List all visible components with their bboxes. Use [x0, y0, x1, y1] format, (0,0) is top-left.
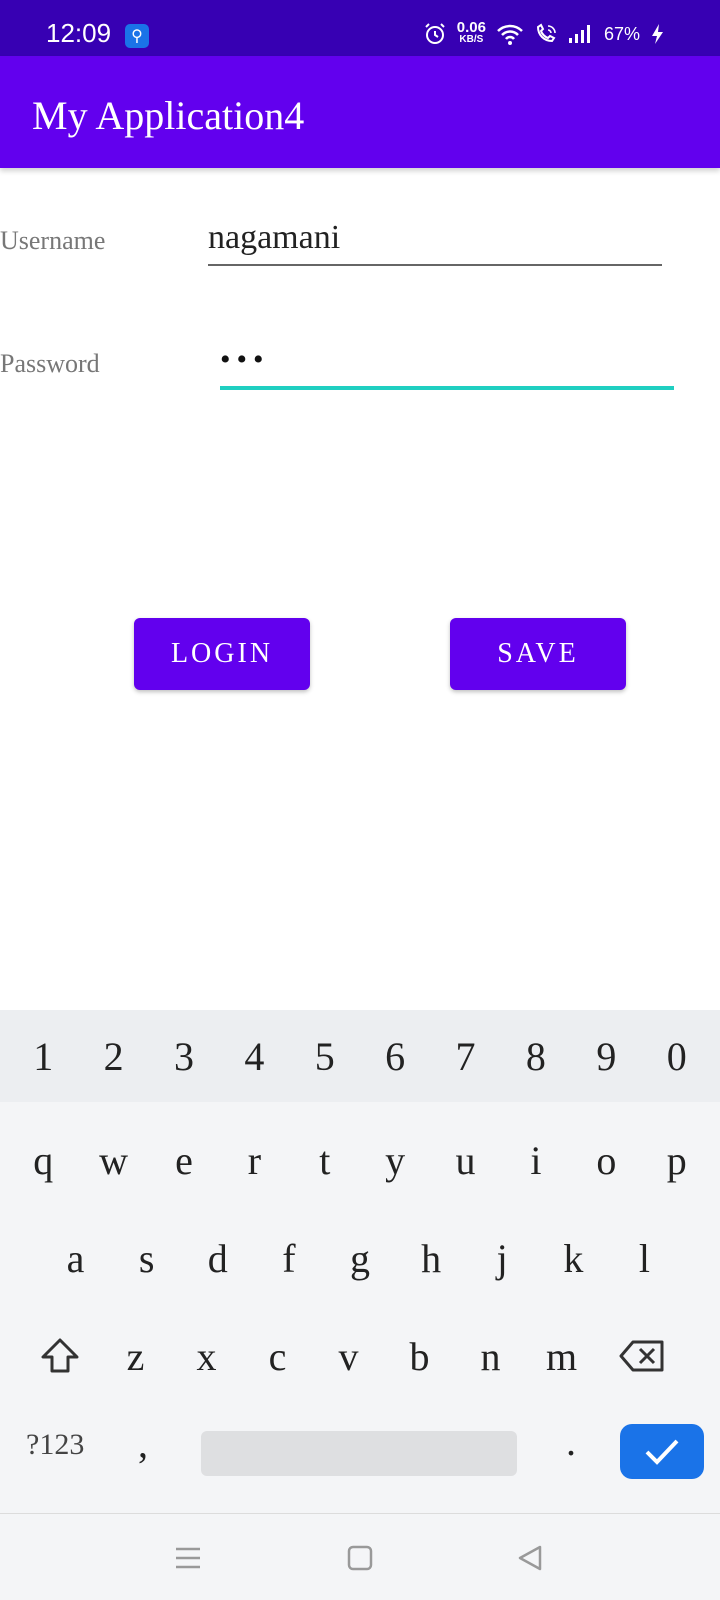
- key-z[interactable]: z: [100, 1333, 171, 1380]
- backspace-key[interactable]: [597, 1339, 687, 1373]
- key-a[interactable]: a: [46, 1235, 106, 1282]
- usb-icon: ⚲: [125, 24, 149, 48]
- username-field[interactable]: nagamani: [208, 218, 662, 266]
- key-e[interactable]: e: [154, 1137, 214, 1184]
- app-bar: My Application4: [0, 56, 720, 168]
- shift-key[interactable]: [20, 1336, 100, 1376]
- key-v[interactable]: v: [313, 1333, 384, 1380]
- key-r[interactable]: r: [224, 1137, 284, 1184]
- key-j[interactable]: j: [472, 1235, 532, 1282]
- key-n[interactable]: n: [455, 1333, 526, 1380]
- app-title: My Application4: [32, 93, 305, 138]
- key-p[interactable]: p: [647, 1137, 707, 1184]
- key-q[interactable]: q: [13, 1137, 73, 1184]
- network-speed: 0.06 KB/S: [456, 19, 486, 45]
- navigation-bar: [0, 1513, 720, 1600]
- key-o[interactable]: o: [576, 1137, 636, 1184]
- key-3[interactable]: 3: [154, 1033, 214, 1080]
- keyboard-number-row: 1 2 3 4 5 6 7 8 9 0: [0, 1010, 720, 1102]
- status-bar: 12:09 ⚲ 0.06 KB/S 67%: [0, 0, 720, 56]
- key-k[interactable]: k: [543, 1235, 603, 1282]
- key-u[interactable]: u: [436, 1137, 496, 1184]
- keyboard-row-1: q w e r t y u i o p: [0, 1120, 720, 1200]
- password-field[interactable]: •••: [220, 340, 674, 390]
- key-m[interactable]: m: [526, 1333, 597, 1380]
- keyboard-row-4: ?123 , .: [0, 1418, 720, 1488]
- keyboard-row-3: z x c v b n m: [0, 1316, 720, 1396]
- home-icon[interactable]: [346, 1544, 374, 1572]
- key-y[interactable]: y: [365, 1137, 425, 1184]
- space-key[interactable]: [201, 1431, 517, 1476]
- key-w[interactable]: w: [84, 1137, 144, 1184]
- wifi-calling-icon: [536, 23, 556, 43]
- key-c[interactable]: c: [242, 1333, 313, 1380]
- key-i[interactable]: i: [506, 1137, 566, 1184]
- key-g[interactable]: g: [330, 1235, 390, 1282]
- enter-key[interactable]: [620, 1424, 704, 1479]
- key-8[interactable]: 8: [506, 1033, 566, 1080]
- shift-icon: [41, 1338, 79, 1373]
- key-t[interactable]: t: [295, 1137, 355, 1184]
- key-b[interactable]: b: [384, 1333, 455, 1380]
- key-1[interactable]: 1: [13, 1033, 73, 1080]
- key-h[interactable]: h: [401, 1235, 461, 1282]
- battery-level: 67%: [603, 23, 640, 44]
- keyboard-row-2: a s d f g h j k l: [0, 1218, 720, 1298]
- menu-icon[interactable]: [174, 1544, 202, 1572]
- key-9[interactable]: 9: [576, 1033, 636, 1080]
- save-button[interactable]: SAVE: [450, 618, 626, 690]
- key-s[interactable]: s: [117, 1235, 177, 1282]
- status-icons: 0.06 KB/S 67%: [423, 19, 664, 46]
- charging-icon: [652, 24, 663, 44]
- username-value: nagamani: [208, 219, 341, 256]
- key-x[interactable]: x: [171, 1333, 242, 1380]
- key-0[interactable]: 0: [647, 1033, 707, 1080]
- key-4[interactable]: 4: [224, 1033, 284, 1080]
- period-key[interactable]: .: [566, 1418, 576, 1465]
- symbols-key[interactable]: ?123: [26, 1428, 84, 1462]
- key-7[interactable]: 7: [436, 1033, 496, 1080]
- back-icon[interactable]: [516, 1544, 544, 1572]
- status-time: 12:09: [46, 18, 112, 48]
- wifi-icon: [497, 24, 523, 45]
- key-f[interactable]: f: [259, 1235, 319, 1282]
- backspace-icon: [619, 1340, 664, 1372]
- check-icon: [645, 1439, 679, 1465]
- password-label: Password: [0, 349, 100, 378]
- key-2[interactable]: 2: [84, 1033, 144, 1080]
- key-d[interactable]: d: [188, 1235, 248, 1282]
- signal-icon: [568, 25, 590, 43]
- login-button[interactable]: LOGIN: [134, 618, 310, 690]
- key-5[interactable]: 5: [295, 1033, 355, 1080]
- username-label: Username: [0, 226, 106, 255]
- comma-key[interactable]: ,: [138, 1420, 148, 1467]
- password-value: •••: [220, 343, 270, 376]
- key-l[interactable]: l: [614, 1235, 674, 1282]
- alarm-icon: [425, 23, 445, 44]
- key-6[interactable]: 6: [365, 1033, 425, 1080]
